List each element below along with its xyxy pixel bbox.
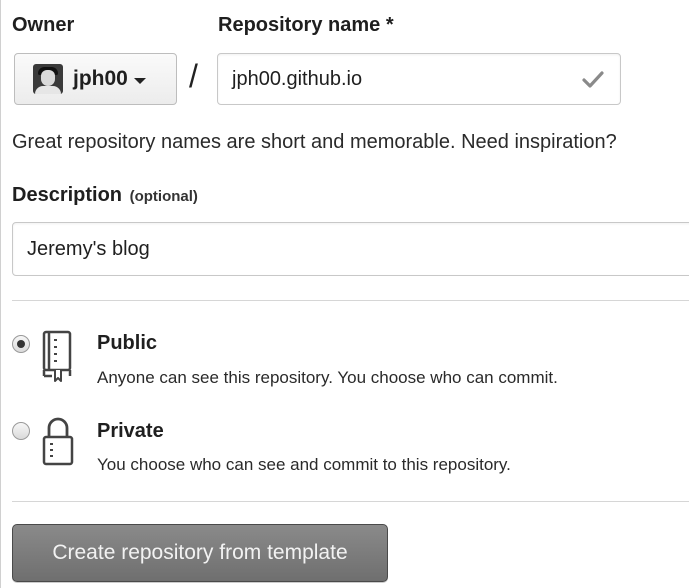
description-input[interactable]: Jeremy's blog — [12, 222, 689, 276]
repo-book-icon — [42, 330, 72, 382]
owner-dropdown-button[interactable]: jph00 — [14, 53, 177, 105]
check-icon — [582, 71, 604, 88]
create-repository-button[interactable]: Create repository from template — [12, 524, 388, 582]
optional-note: (optional) — [129, 188, 198, 205]
repository-name-input[interactable]: jph00.github.io — [217, 53, 621, 105]
owner-label: Owner — [12, 14, 75, 36]
left-edge-border — [0, 0, 1, 588]
radio-public[interactable] — [12, 335, 30, 353]
owner-repo-separator: / — [189, 58, 198, 94]
owner-name: jph00 — [73, 67, 128, 90]
private-title: Private — [97, 420, 164, 442]
repository-name-value: jph00.github.io — [232, 67, 363, 90]
radio-private[interactable] — [12, 422, 30, 440]
description-label-text: Description — [12, 184, 123, 206]
public-title: Public — [97, 332, 158, 354]
lock-icon — [42, 417, 74, 466]
caret-down-icon — [133, 77, 146, 84]
divider — [12, 501, 689, 502]
avatar — [33, 64, 63, 94]
repository-name-hint: Great repository names are short and mem… — [12, 131, 617, 153]
description-value: Jeremy's blog — [27, 237, 150, 260]
private-description: You choose who can see and commit to thi… — [97, 455, 511, 474]
divider — [12, 300, 689, 301]
description-label: Description (optional) — [12, 184, 198, 207]
repository-name-label: Repository name * — [218, 14, 394, 36]
public-description: Anyone can see this repository. You choo… — [97, 368, 558, 387]
